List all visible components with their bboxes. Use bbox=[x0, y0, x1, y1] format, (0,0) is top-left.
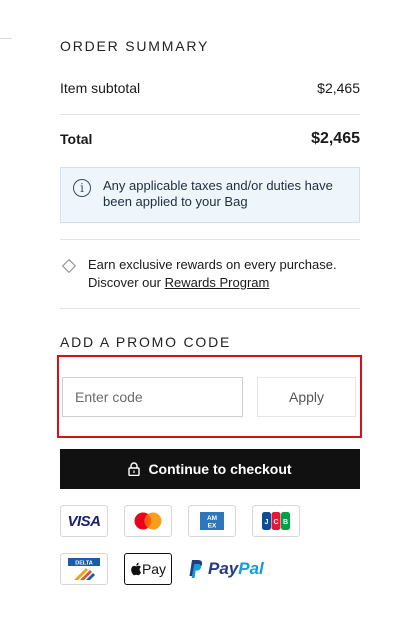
jcb-logo: J C B bbox=[252, 505, 300, 537]
visa-logo: VISA bbox=[60, 505, 108, 537]
apple-pay-logo: Pay bbox=[124, 553, 172, 585]
subtotal-value: $2,465 bbox=[317, 80, 360, 96]
apply-promo-button[interactable]: Apply bbox=[257, 377, 356, 417]
divider bbox=[60, 114, 360, 115]
rewards-notice: Earn exclusive rewards on every purchase… bbox=[60, 256, 360, 292]
svg-text:DELTA: DELTA bbox=[75, 561, 93, 567]
left-panel-divider bbox=[0, 38, 12, 39]
tax-notice: i Any applicable taxes and/or duties hav… bbox=[60, 167, 360, 223]
tax-notice-text: Any applicable taxes and/or duties have … bbox=[103, 178, 333, 209]
order-summary-title: ORDER SUMMARY bbox=[60, 38, 210, 54]
paypal-text-pay: Pay bbox=[208, 559, 239, 578]
amex-logo: AM EX bbox=[188, 505, 236, 537]
promo-code-input[interactable] bbox=[62, 377, 243, 417]
svg-text:C: C bbox=[273, 519, 278, 526]
paypal-text-pal: Pal bbox=[238, 559, 264, 578]
promo-code-title: ADD A PROMO CODE bbox=[60, 334, 232, 350]
apple-pay-mark: Pay bbox=[130, 561, 166, 577]
lock-icon bbox=[128, 462, 141, 477]
paypal-mark: Pay Pal bbox=[188, 559, 264, 579]
svg-text:B: B bbox=[283, 519, 288, 526]
checkout-label: Continue to checkout bbox=[148, 461, 292, 477]
diamond-icon bbox=[61, 258, 77, 274]
total-value: $2,465 bbox=[311, 130, 360, 147]
svg-text:AM: AM bbox=[207, 515, 217, 522]
subtotal-row: Item subtotal $2,465 bbox=[60, 80, 360, 96]
rewards-program-link[interactable]: Rewards Program bbox=[165, 275, 270, 290]
divider bbox=[60, 239, 360, 240]
svg-text:EX: EX bbox=[208, 523, 217, 530]
total-row: Total $2,465 bbox=[60, 130, 360, 148]
apple-icon bbox=[131, 562, 141, 576]
rewards-text: Earn exclusive rewards on every purchase… bbox=[88, 256, 360, 292]
divider bbox=[60, 308, 360, 309]
svg-text:J: J bbox=[265, 519, 269, 526]
delta-logo: DELTA bbox=[60, 553, 108, 585]
apple-pay-text: Pay bbox=[141, 561, 167, 577]
subtotal-label: Item subtotal bbox=[60, 80, 141, 96]
paypal-p-icon bbox=[189, 560, 203, 578]
mastercard-logo bbox=[124, 505, 172, 537]
info-icon: i bbox=[73, 179, 91, 197]
visa-text: VISA bbox=[67, 512, 101, 530]
total-label: Total bbox=[60, 131, 93, 147]
continue-to-checkout-button[interactable]: Continue to checkout bbox=[60, 449, 360, 489]
paypal-logo: Pay Pal bbox=[188, 553, 278, 585]
